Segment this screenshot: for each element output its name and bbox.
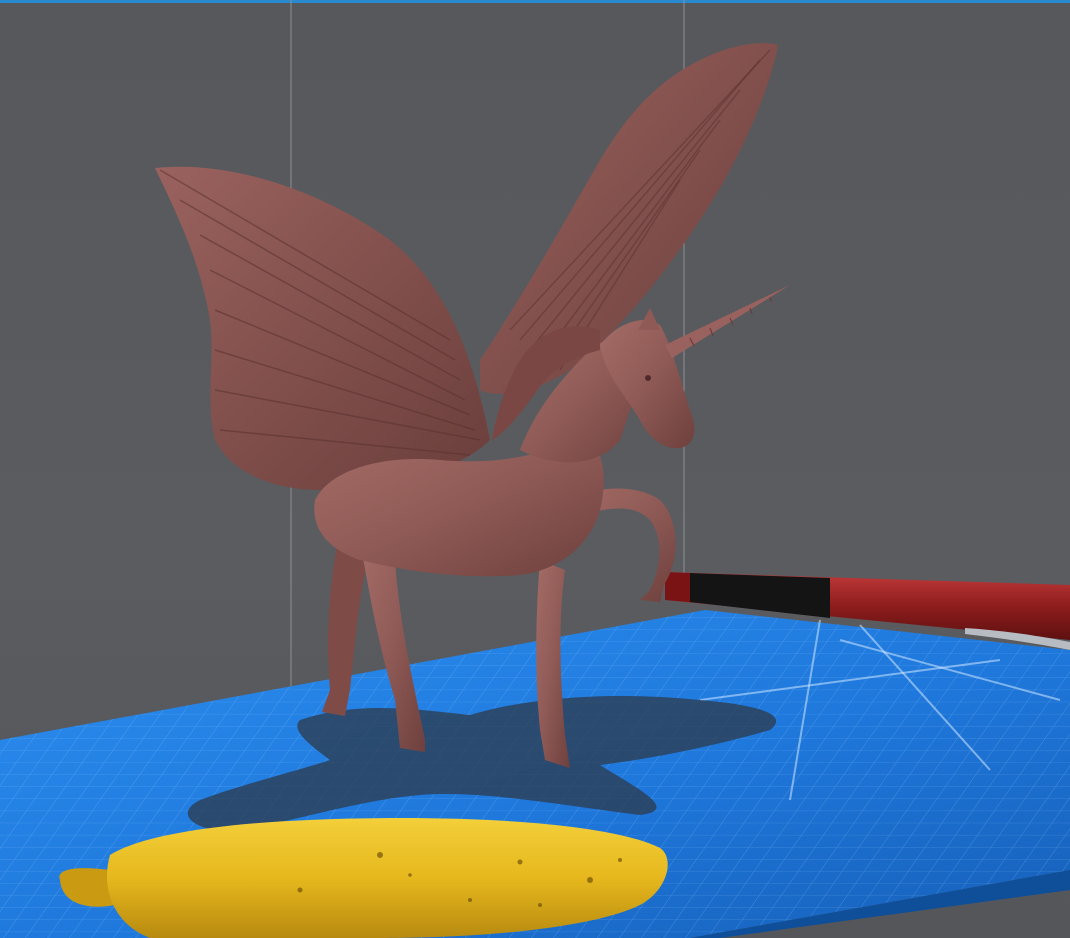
scene-canvas[interactable] — [0, 0, 1070, 938]
3d-viewport[interactable] — [0, 0, 1070, 938]
